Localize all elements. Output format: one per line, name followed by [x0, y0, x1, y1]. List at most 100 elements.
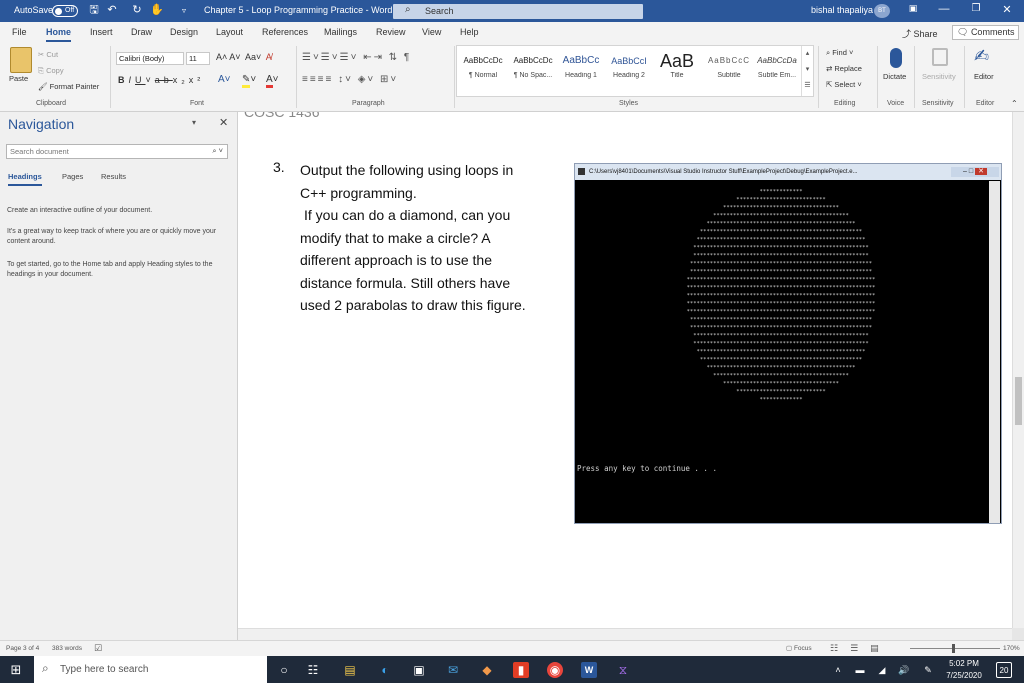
tab-draw[interactable]: Draw	[131, 27, 152, 37]
proofing-icon[interactable]: ☑	[94, 643, 102, 654]
text-effects-icon[interactable]: A˅	[218, 74, 231, 85]
editor-button[interactable]: Editor	[974, 72, 994, 81]
taskbar-search-box[interactable]: ⌕ Type here to search	[34, 656, 267, 683]
pen-icon[interactable]: ✎	[920, 662, 936, 678]
tab-review[interactable]: Review	[376, 27, 406, 37]
clock-time[interactable]: 5:02 PM	[946, 659, 982, 668]
microphone-icon[interactable]	[890, 48, 902, 68]
nav-tab-headings[interactable]: Headings	[8, 172, 42, 186]
tab-help[interactable]: Help	[460, 27, 479, 37]
cut-button[interactable]: ✂ Cut	[38, 50, 58, 59]
console-scrollbar[interactable]	[989, 181, 1000, 523]
user-name[interactable]: bishal thapaliya	[811, 5, 873, 15]
tab-home[interactable]: Home	[46, 27, 72, 42]
avatar[interactable]: BT	[874, 4, 890, 18]
close-icon[interactable]: ✕	[997, 3, 1017, 16]
format-painter-button[interactable]: 🖌 Format Painter	[38, 82, 99, 91]
vertical-scrollbar[interactable]	[1012, 112, 1024, 628]
paste-button[interactable]: Paste	[9, 74, 28, 83]
tab-design[interactable]: Design	[170, 27, 198, 37]
nav-tab-pages[interactable]: Pages	[62, 172, 83, 181]
page-count[interactable]: Page 3 of 4	[6, 645, 39, 652]
style-heading-2[interactable]: AaBbCcI Heading 2	[604, 50, 654, 90]
style-subtle-emphasis[interactable]: AaBbCcDa Subtle Em...	[752, 50, 802, 90]
battery-icon[interactable]: ▬	[852, 662, 868, 678]
customize-toolbar-icon[interactable]: ▿	[178, 4, 190, 17]
clear-formatting-icon[interactable]: A̸	[266, 52, 272, 62]
save-icon[interactable]: 🖫	[88, 4, 100, 17]
styles-scroll-icon[interactable]: ▴ ▾ ☰	[801, 46, 813, 96]
tab-layout[interactable]: Layout	[216, 27, 243, 37]
find-button[interactable]: ⌕ Find ˅	[826, 48, 853, 58]
autosave-toggle[interactable]: Off	[52, 5, 78, 17]
tab-view[interactable]: View	[422, 27, 441, 37]
word-icon[interactable]: W	[581, 662, 597, 678]
highlight-icon[interactable]: ✎˅	[242, 74, 256, 88]
tab-insert[interactable]: Insert	[90, 27, 113, 37]
touch-mode-icon[interactable]: ✋	[150, 4, 164, 17]
dictate-button[interactable]: Dictate	[883, 72, 906, 81]
font-name-select[interactable]: Calibri (Body)	[116, 52, 184, 65]
style-subtitle[interactable]: AaBbCcC Subtitle	[704, 50, 754, 90]
ribbon-display-icon[interactable]: ▣	[903, 3, 923, 14]
zoom-slider-thumb[interactable]	[952, 644, 955, 653]
console-output-image[interactable]: C:\Users\vj8401\Documents\Visual Studio …	[574, 163, 1002, 524]
undo-icon[interactable]: ↶	[106, 4, 118, 17]
style-title[interactable]: AaB Title	[652, 50, 702, 90]
font-color-icon[interactable]: A˅	[266, 74, 279, 88]
show-hidden-icons[interactable]: ˄	[830, 662, 846, 678]
network-icon[interactable]: ◢	[874, 662, 890, 678]
nav-close-icon[interactable]: ✕	[219, 116, 228, 129]
list-buttons[interactable]: ☰˅☰˅☰˅ ⇤⇥ ⇅ ¶	[302, 52, 411, 63]
copy-button[interactable]: ⎘ Copy	[38, 66, 64, 76]
cortana-icon[interactable]: ○	[276, 662, 292, 678]
font-size-select[interactable]: 11	[186, 52, 210, 65]
nav-options-icon[interactable]: ▾	[192, 118, 196, 127]
tab-file[interactable]: File	[12, 27, 27, 37]
comments-button[interactable]: 🗨 Comments	[952, 25, 1020, 40]
minimize-icon[interactable]: —	[934, 3, 954, 15]
notifications-icon[interactable]: 20	[996, 662, 1012, 678]
nav-tab-results[interactable]: Results	[101, 172, 126, 181]
app-icon[interactable]: ◆	[479, 662, 495, 678]
select-button[interactable]: ⇱ Select ˅	[826, 80, 862, 89]
word-count[interactable]: 383 words	[52, 645, 82, 652]
horizontal-scrollbar[interactable]	[238, 628, 1012, 640]
file-explorer-icon[interactable]: ▤	[342, 662, 358, 678]
font-size-controls[interactable]: A˄ A˅ Aa˅ A̸	[216, 52, 272, 62]
volume-icon[interactable]: 🔊	[896, 662, 912, 678]
focus-button[interactable]: ▢ Focus	[786, 644, 812, 652]
clock-date[interactable]: 7/25/2020	[942, 671, 986, 680]
tab-mailings[interactable]: Mailings	[324, 27, 357, 37]
sensitivity-button[interactable]: Sensitivity	[922, 72, 956, 81]
search-icon[interactable]: ⌕ ˅	[212, 146, 223, 156]
question-text[interactable]: Output the following using loops in C++ …	[300, 159, 526, 317]
store-icon[interactable]: ▣	[411, 662, 427, 678]
search-document-input[interactable]: Search document ⌕ ˅	[6, 144, 228, 159]
replace-button[interactable]: ⇄ Replace	[826, 64, 862, 73]
title-search-box[interactable]: ⌕ Search	[393, 4, 643, 19]
alignment-buttons[interactable]: ≡≡≡≡ ↕˅ ◈˅ ⊞˅	[302, 74, 398, 85]
paste-icon[interactable]	[10, 47, 32, 73]
zoom-level[interactable]: 170%	[1003, 645, 1020, 652]
redo-icon[interactable]: ↻	[131, 4, 143, 17]
view-buttons[interactable]: ☷☰▤	[830, 643, 891, 654]
task-view-icon[interactable]: ☷	[305, 662, 321, 678]
windows-start-icon[interactable]: ⊞	[8, 662, 24, 678]
style-heading-1[interactable]: AaBbCc Heading 1	[556, 50, 606, 90]
font-style-buttons[interactable]: BIU˅abx₂x²	[118, 75, 204, 85]
collapse-ribbon-icon[interactable]: ⌃	[1011, 99, 1018, 108]
style-normal[interactable]: AaBbCcDc ¶ Normal	[458, 50, 508, 90]
chrome-icon[interactable]: ◉	[547, 662, 563, 678]
visual-studio-icon[interactable]: ⧖	[615, 662, 631, 678]
share-button[interactable]: ⤴ Share	[902, 27, 938, 40]
edge-icon[interactable]: ◐	[377, 662, 393, 678]
tab-references[interactable]: References	[262, 27, 308, 37]
mail-icon[interactable]: ✉	[445, 662, 461, 678]
editor-icon[interactable]: ✍	[974, 46, 989, 67]
style-no-spacing[interactable]: AaBbCcDc ¶ No Spac...	[508, 50, 558, 90]
office-icon[interactable]: ▮	[513, 662, 529, 678]
vertical-scroll-thumb[interactable]	[1015, 377, 1022, 425]
zoom-slider[interactable]	[910, 648, 1000, 649]
restore-icon[interactable]: ❐	[966, 3, 986, 14]
